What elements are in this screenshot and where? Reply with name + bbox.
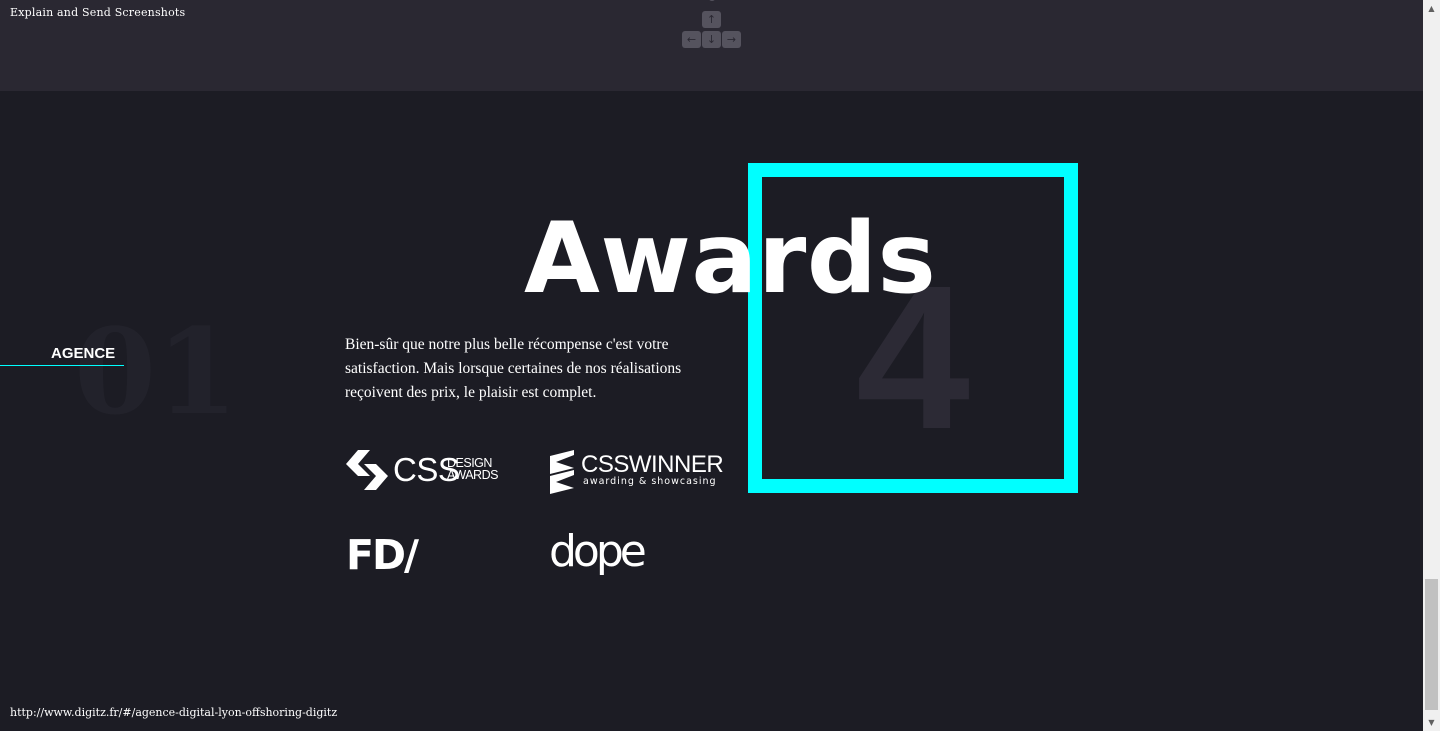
css-design-awards-mark-icon [346,450,388,490]
dope-logo[interactable]: dope [549,527,647,577]
css-design-awards-small: DESIGN AWARDS [447,457,498,482]
scroll-thumb[interactable] [1425,579,1438,710]
arrow-left-icon[interactable]: ← [682,31,701,48]
extension-title[interactable]: Explain and Send Screenshots [10,6,185,19]
key-nub [708,0,716,1]
vertical-scrollbar[interactable]: ▲ ▼ [1423,0,1440,731]
top-toolbar: Explain and Send Screenshots ↑ ← ↓ → [0,0,1423,91]
arrow-down-icon[interactable]: ↓ [702,31,721,48]
scroll-down-icon[interactable]: ▼ [1423,714,1440,731]
css-winner-mark-icon [550,450,574,494]
fwa-logo[interactable]: FD/ [346,535,419,576]
css-design-awards-line2: AWARDS [447,468,498,482]
css-winner-logo[interactable]: CSSWINNER awarding & showcasing [550,450,724,494]
css-winner-small: awarding & showcasing [583,476,717,487]
arrow-right-icon[interactable]: → [722,31,741,48]
css-winner-big: CSSWINNER [581,451,724,478]
awards-title: Awards [524,202,937,316]
section-label[interactable]: AGENCE [51,345,115,362]
awards-description: Bien-sûr que notre plus belle récompense… [345,336,682,401]
arrow-up-icon[interactable]: ↑ [702,11,721,28]
section-underline [0,365,124,366]
section-number: 01 [74,302,239,441]
css-design-awards-logo[interactable]: CSS DESIGN AWARDS [346,450,506,490]
status-bar-url: http://www.digitz.fr/#/agence-digital-ly… [10,706,338,719]
arrow-keys-widget: ↑ ← ↓ → [682,0,744,50]
page-viewport: Explain and Send Screenshots ↑ ← ↓ → 01 … [0,0,1423,731]
scroll-up-icon[interactable]: ▲ [1423,0,1440,17]
